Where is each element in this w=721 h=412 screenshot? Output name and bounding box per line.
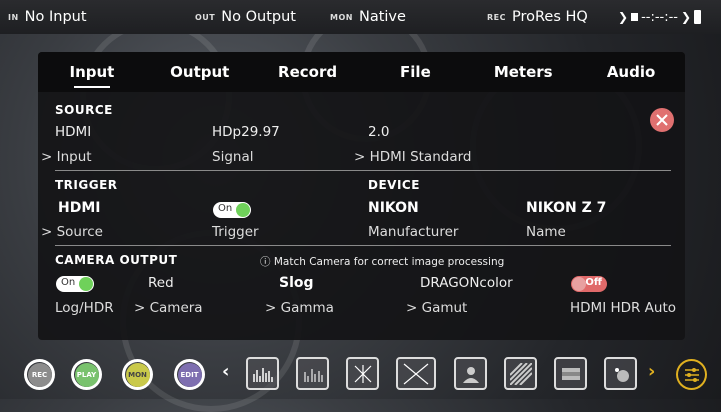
toggle-label: On bbox=[218, 203, 233, 214]
chevron-right-icon: ❯ bbox=[680, 10, 692, 24]
false-color-tool-button[interactable] bbox=[454, 357, 487, 390]
bottom-toolbar: REC PLAY MON EDIT ‹ › bbox=[0, 348, 721, 399]
vectorscope-icon bbox=[354, 364, 371, 383]
manufacturer-value: NIKON bbox=[368, 200, 419, 216]
toggle-knob bbox=[236, 203, 250, 217]
record-format-value: ProRes HQ bbox=[512, 9, 588, 25]
toggle-knob bbox=[572, 277, 586, 291]
timecode-value: --:--:-- bbox=[641, 9, 678, 25]
gamma-value: Slog bbox=[279, 275, 314, 291]
anamorphic-tool-button[interactable] bbox=[604, 357, 637, 390]
source-section-title: SOURCE bbox=[55, 103, 113, 117]
parade-icon bbox=[303, 368, 323, 382]
signal-value: HDp29.97 bbox=[212, 124, 280, 140]
trigger-label: Trigger bbox=[212, 224, 259, 240]
disk-icon bbox=[631, 13, 639, 21]
monitor-tag: MON bbox=[330, 12, 353, 22]
divider bbox=[55, 245, 671, 246]
log-hdr-label: Log/HDR bbox=[55, 300, 114, 316]
battery-icon bbox=[694, 10, 702, 24]
input-value: HDMI bbox=[55, 124, 92, 140]
camera-selector[interactable]: > Camera bbox=[134, 300, 203, 316]
gamma-selector[interactable]: > Gamma bbox=[265, 300, 334, 316]
edit-button[interactable]: EDIT bbox=[174, 359, 205, 390]
trigger-source-selector[interactable]: > Source bbox=[41, 224, 103, 240]
chevron-right-icon: ❯ bbox=[618, 10, 629, 24]
settings-menu-button[interactable] bbox=[676, 359, 707, 390]
input-status-value: No Input bbox=[24, 9, 87, 25]
toggle-label: Off bbox=[585, 277, 602, 288]
zebra-tool-button[interactable] bbox=[504, 357, 537, 390]
signal-label: Signal bbox=[212, 149, 254, 165]
play-button-label: PLAY bbox=[74, 362, 99, 387]
edit-button-label: EDIT bbox=[177, 362, 202, 387]
chevron-right-icon[interactable]: › bbox=[648, 361, 655, 382]
match-camera-note: ⓘ Match Camera for correct image process… bbox=[260, 256, 505, 268]
rec-button-label: REC bbox=[27, 362, 52, 387]
frame-guide-icon bbox=[561, 367, 580, 380]
output-status[interactable]: OUT No Output bbox=[195, 0, 296, 34]
trigger-toggle[interactable]: On bbox=[213, 202, 251, 218]
person-icon bbox=[462, 366, 479, 383]
close-button[interactable] bbox=[650, 108, 674, 132]
toggle-knob bbox=[79, 277, 93, 291]
timecode-status[interactable]: ❯ --:--:-- ❯ bbox=[618, 0, 702, 34]
input-tag: IN bbox=[8, 12, 19, 22]
hdmi-hdr-auto-label: HDMI HDR Auto bbox=[570, 300, 677, 316]
tab-file[interactable]: File bbox=[361, 52, 469, 92]
trigger-source-value: HDMI bbox=[58, 200, 101, 216]
lut-icon bbox=[614, 367, 629, 382]
record-status[interactable]: REC ProRes HQ bbox=[487, 0, 588, 34]
camera-output-section-title: CAMERA OUTPUT bbox=[55, 253, 178, 267]
mon-button-label: MON bbox=[125, 362, 150, 387]
settings-panel: Input Output Record File Meters Audio SO… bbox=[38, 52, 685, 340]
focus-peaking-icon bbox=[403, 363, 429, 384]
waveform-tool-button[interactable] bbox=[246, 357, 279, 390]
tab-record[interactable]: Record bbox=[254, 52, 362, 92]
trigger-section-title: TRIGGER bbox=[55, 178, 118, 192]
sliders-icon bbox=[684, 367, 699, 382]
tab-audio[interactable]: Audio bbox=[577, 52, 685, 92]
rec-button[interactable]: REC bbox=[24, 359, 55, 390]
status-bar: IN No Input OUT No Output MON Native REC… bbox=[0, 0, 721, 34]
output-status-value: No Output bbox=[221, 9, 296, 25]
input-selector[interactable]: > Input bbox=[41, 149, 92, 165]
manufacturer-label: Manufacturer bbox=[368, 224, 459, 240]
frame-guides-tool-button[interactable] bbox=[554, 357, 587, 390]
gamut-value: DRAGONcolor bbox=[420, 275, 513, 291]
hdmi-standard-selector[interactable]: > HDMI Standard bbox=[354, 149, 472, 165]
divider bbox=[55, 170, 671, 171]
focus-peaking-tool-button[interactable] bbox=[396, 357, 436, 390]
toggle-label: On bbox=[61, 277, 76, 288]
waveform-icon bbox=[252, 367, 273, 382]
log-hdr-toggle[interactable]: On bbox=[56, 276, 94, 292]
device-section-title: DEVICE bbox=[368, 178, 420, 192]
device-name-value: NIKON Z 7 bbox=[526, 200, 607, 216]
chevron-left-icon[interactable]: ‹ bbox=[222, 361, 229, 382]
gamut-selector[interactable]: > Gamut bbox=[406, 300, 467, 316]
output-tag: OUT bbox=[195, 12, 216, 22]
tab-input[interactable]: Input bbox=[38, 52, 146, 92]
monitor-status-value: Native bbox=[358, 9, 406, 25]
tab-bar: Input Output Record File Meters Audio bbox=[38, 52, 685, 92]
play-button[interactable]: PLAY bbox=[71, 359, 102, 390]
input-status[interactable]: IN No Input bbox=[8, 0, 87, 34]
vectorscope-tool-button[interactable] bbox=[346, 357, 379, 390]
tab-output[interactable]: Output bbox=[146, 52, 254, 92]
rgb-parade-tool-button[interactable] bbox=[296, 357, 329, 390]
close-icon bbox=[656, 114, 668, 126]
monitor-status[interactable]: MON Native bbox=[330, 0, 406, 34]
mon-button[interactable]: MON bbox=[122, 359, 153, 390]
hdmi-standard-value: 2.0 bbox=[368, 124, 390, 140]
camera-value: Red bbox=[148, 275, 174, 291]
tab-meters[interactable]: Meters bbox=[469, 52, 577, 92]
zebra-icon bbox=[509, 362, 532, 385]
record-tag: REC bbox=[487, 12, 506, 22]
device-name-label: Name bbox=[526, 224, 566, 240]
hdmi-hdr-auto-toggle[interactable]: Off bbox=[571, 276, 607, 292]
